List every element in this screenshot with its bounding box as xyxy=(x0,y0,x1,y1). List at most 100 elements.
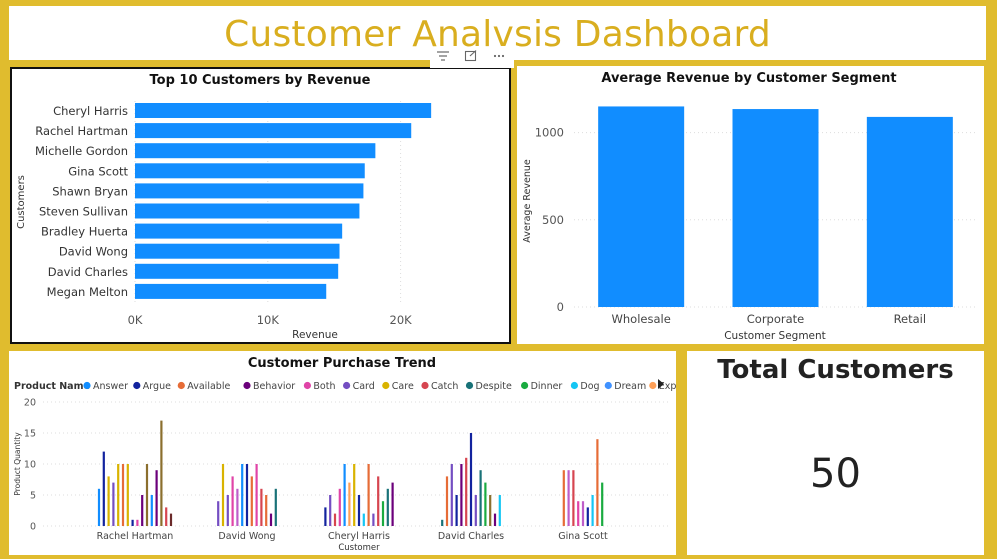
bar xyxy=(329,495,332,526)
legend-marker xyxy=(303,381,311,390)
kpi-value: 50 xyxy=(810,451,861,497)
filter-icon[interactable] xyxy=(436,50,450,65)
x-tick-label: Gina Scott xyxy=(558,531,608,542)
y-tick-label: Cheryl Harris xyxy=(53,104,128,118)
x-tick-label: 20K xyxy=(390,313,413,327)
bar xyxy=(474,495,477,526)
bar xyxy=(165,507,168,526)
x-tick-label: Corporate xyxy=(747,312,805,326)
bar xyxy=(586,507,589,526)
bar xyxy=(269,513,273,526)
x-tick-label: 10K xyxy=(257,313,280,327)
bar xyxy=(245,464,249,526)
y-tick-label: 500 xyxy=(542,213,564,227)
bar xyxy=(121,464,125,526)
bar xyxy=(131,519,134,526)
legend-marker xyxy=(83,381,91,390)
bar xyxy=(135,223,343,239)
focus-mode-icon[interactable] xyxy=(464,50,478,65)
x-axis-title: Revenue xyxy=(292,329,338,341)
bar xyxy=(135,183,364,199)
x-tick-label: Cheryl Harris xyxy=(328,531,390,542)
dashboard-title: Customer Analvsis Dashboard xyxy=(224,14,771,55)
bar xyxy=(112,482,115,526)
bar xyxy=(260,488,263,526)
legend-item: Dog xyxy=(580,381,599,392)
bar xyxy=(135,283,327,299)
bar xyxy=(567,470,570,526)
bar xyxy=(236,488,239,526)
bar xyxy=(348,482,351,526)
total-customers-card: Total Customers 50 xyxy=(687,351,984,555)
bar xyxy=(135,203,360,219)
legend-title: Product Name xyxy=(14,381,90,392)
bar xyxy=(221,464,225,526)
legend-marker xyxy=(382,381,390,390)
purchase-trend-chart: Customer Purchase Trend Product Name Answe… xyxy=(13,356,743,553)
bar xyxy=(465,457,468,526)
legend-marker xyxy=(649,381,657,390)
legend-item: Dinner xyxy=(531,381,563,392)
bar xyxy=(460,464,463,526)
x-tick-label: David Wong xyxy=(218,531,275,542)
bar xyxy=(601,482,604,526)
legend-item: Argue xyxy=(143,381,171,392)
bar xyxy=(479,470,482,526)
bar xyxy=(274,488,277,526)
x-tick-label: Wholesale xyxy=(612,312,671,326)
y-tick-label: 20 xyxy=(24,398,36,409)
bar xyxy=(367,464,370,526)
legend-marker xyxy=(521,381,529,390)
legend-item: Behavior xyxy=(253,381,295,392)
y-tick-label: David Charles xyxy=(48,265,128,279)
x-tick-label: Retail xyxy=(894,312,927,326)
bar xyxy=(484,482,487,526)
y-tick-label: 10 xyxy=(24,460,36,471)
legend-marker xyxy=(177,381,185,390)
x-axis-title: Customer Segment xyxy=(724,330,826,342)
legend-marker xyxy=(133,381,141,390)
x-axis-title: Customer xyxy=(338,543,380,553)
bar xyxy=(126,464,129,526)
bar xyxy=(136,519,139,526)
legend-item: Both xyxy=(313,381,335,392)
bar xyxy=(145,464,149,526)
bar xyxy=(377,476,380,526)
bar xyxy=(469,433,473,526)
bar xyxy=(241,464,244,526)
y-tick-label: Shawn Bryan xyxy=(52,184,128,198)
bar xyxy=(324,507,327,526)
bar xyxy=(250,476,253,526)
bar xyxy=(386,488,389,526)
legend-marker xyxy=(465,381,474,390)
bar xyxy=(333,513,337,526)
bar xyxy=(135,103,432,118)
bar xyxy=(489,495,492,526)
bar xyxy=(102,451,105,526)
bar xyxy=(343,464,346,526)
legend-item: Catch xyxy=(431,381,458,392)
legend-marker xyxy=(570,381,579,390)
more-options-icon[interactable] xyxy=(492,50,506,65)
bar xyxy=(581,501,585,526)
legend-marker xyxy=(243,381,251,390)
y-axis-title: Average Revenue xyxy=(522,159,533,243)
bar xyxy=(391,482,394,526)
avg-segment-panel: Average Revenue by Customer Segment 0 500 1… xyxy=(517,66,984,344)
y-tick-label: Gina Scott xyxy=(68,164,128,178)
bar xyxy=(255,464,258,526)
legend-item: Card xyxy=(353,381,375,392)
chart-title: Top 10 Customers by Revenue xyxy=(150,73,371,88)
y-tick-label: Michelle Gordon xyxy=(35,144,128,158)
legend-marker xyxy=(604,381,612,390)
bar xyxy=(596,439,599,526)
legend-item: Answer xyxy=(93,381,128,392)
bar xyxy=(577,501,580,526)
bar xyxy=(866,116,953,308)
bar xyxy=(135,163,365,179)
y-tick-label: 5 xyxy=(30,491,36,502)
x-tick-label: Rachel Hartman xyxy=(97,531,174,542)
bar xyxy=(353,464,356,526)
bar xyxy=(362,513,365,526)
bar xyxy=(445,476,449,526)
